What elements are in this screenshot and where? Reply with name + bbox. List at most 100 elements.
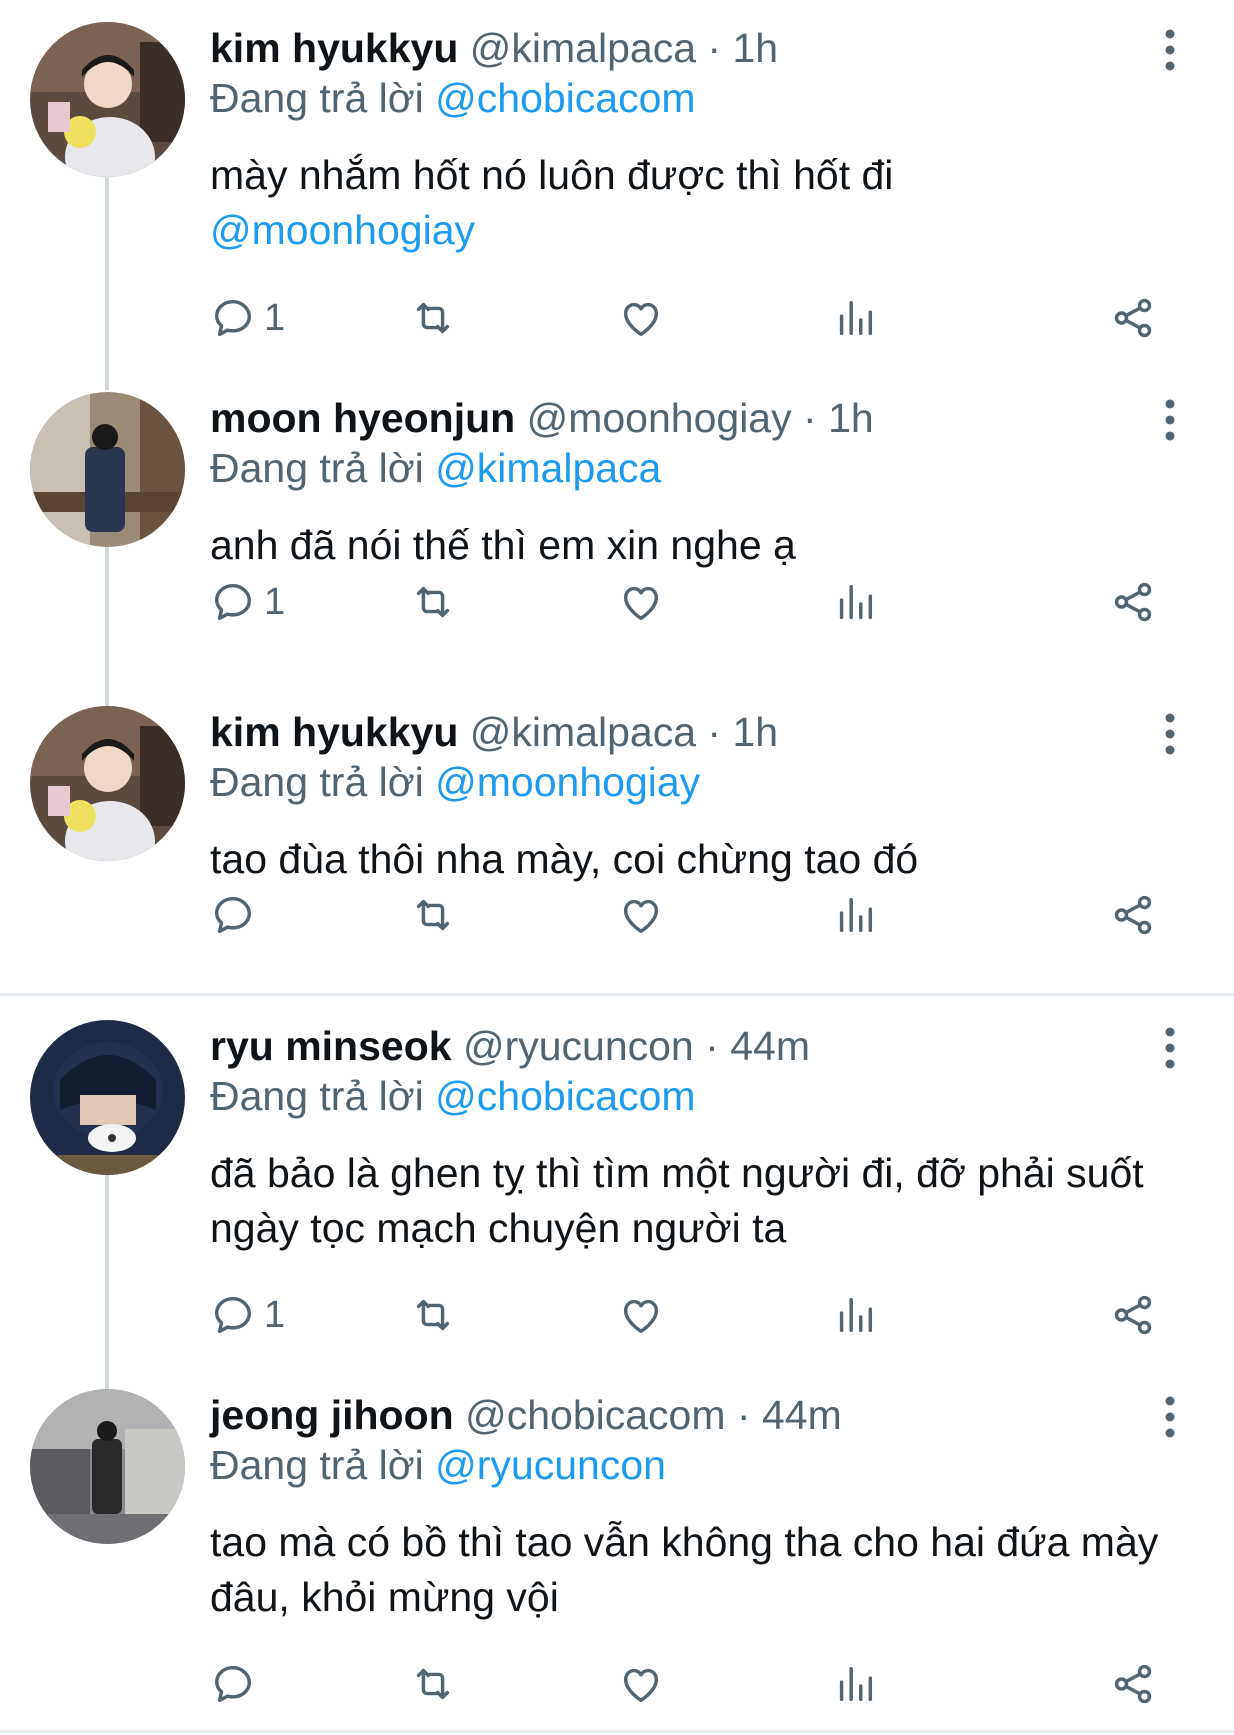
share-button[interactable] bbox=[1110, 890, 1156, 940]
heart-icon bbox=[623, 302, 659, 337]
tweet[interactable]: moon hyeonjun @moonhogiay · 1h Đang trả … bbox=[0, 370, 1234, 690]
more-options-button[interactable] bbox=[1155, 1026, 1185, 1070]
like-button[interactable] bbox=[618, 577, 664, 627]
reply-button[interactable] bbox=[210, 1659, 264, 1709]
text-mention[interactable]: @moonhogiay bbox=[210, 207, 475, 253]
avatar[interactable] bbox=[30, 392, 185, 547]
separator-dot: · bbox=[803, 395, 817, 441]
reply-button[interactable]: 1 bbox=[210, 1290, 285, 1340]
vertical-ellipsis-icon bbox=[1165, 1027, 1175, 1069]
retweet-button[interactable] bbox=[410, 890, 456, 940]
replying-to-label: Đang trả lời bbox=[210, 759, 424, 805]
replying-to-label: Đang trả lời bbox=[210, 1073, 424, 1119]
share-button[interactable] bbox=[1110, 577, 1156, 627]
more-options-button[interactable] bbox=[1155, 28, 1185, 72]
tweet-header: moon hyeonjun @moonhogiay · 1h bbox=[210, 392, 874, 444]
display-name[interactable]: moon hyeonjun bbox=[210, 395, 515, 441]
avatar-photo bbox=[30, 706, 185, 861]
tweet-text: anh đã nói thế thì em xin nghe ạ bbox=[210, 518, 1200, 573]
timestamp[interactable]: 1h bbox=[828, 395, 874, 441]
more-options-button[interactable] bbox=[1155, 398, 1185, 442]
user-handle[interactable]: @kimalpaca bbox=[470, 709, 696, 755]
like-button[interactable] bbox=[618, 293, 664, 343]
action-bar bbox=[210, 1659, 1180, 1709]
heart-icon bbox=[623, 1299, 659, 1334]
retweet-arrows-icon bbox=[416, 586, 450, 618]
more-options-button[interactable] bbox=[1155, 1395, 1185, 1439]
tweet-text: đã bảo là ghen tỵ thì tìm một người đi, … bbox=[210, 1146, 1200, 1256]
bar-chart-icon bbox=[839, 897, 873, 933]
views-button[interactable] bbox=[832, 890, 878, 940]
separator-dot: · bbox=[707, 25, 722, 71]
timestamp[interactable]: 44m bbox=[762, 1392, 842, 1438]
user-handle[interactable]: @ryucuncon bbox=[463, 1023, 694, 1069]
reply-button[interactable] bbox=[210, 890, 264, 940]
replying-to-mention[interactable]: @kimalpaca bbox=[435, 445, 661, 491]
replying-to: Đang trả lời @ryucuncon bbox=[210, 1439, 666, 1491]
tweet[interactable]: kim hyukkyu @kimalpaca · 1h Đang trả lời… bbox=[0, 0, 1234, 380]
avatar-photo bbox=[30, 22, 185, 177]
speech-bubble-icon bbox=[214, 896, 252, 934]
avatar-photo bbox=[30, 1020, 185, 1175]
avatar[interactable] bbox=[30, 706, 185, 861]
retweet-button[interactable] bbox=[410, 577, 456, 627]
user-handle[interactable]: @chobicacom bbox=[465, 1392, 725, 1438]
retweet-button[interactable] bbox=[410, 1659, 456, 1709]
reply-button[interactable]: 1 bbox=[210, 577, 285, 627]
share-button[interactable] bbox=[1110, 1290, 1156, 1340]
views-button[interactable] bbox=[832, 1290, 878, 1340]
share-button[interactable] bbox=[1110, 293, 1156, 343]
reply-count: 1 bbox=[264, 580, 286, 623]
vertical-ellipsis-icon bbox=[1165, 29, 1175, 71]
views-button[interactable] bbox=[832, 1659, 878, 1709]
like-button[interactable] bbox=[618, 1659, 664, 1709]
reply-button[interactable]: 1 bbox=[210, 293, 285, 343]
vertical-ellipsis-icon bbox=[1165, 713, 1175, 755]
tweet-header: kim hyukkyu @kimalpaca · 1h bbox=[210, 706, 778, 758]
replying-to-mention[interactable]: @chobicacom bbox=[435, 75, 695, 121]
replying-to-mention[interactable]: @moonhogiay bbox=[435, 759, 700, 805]
share-nodes-icon bbox=[1114, 298, 1152, 338]
timestamp[interactable]: 1h bbox=[732, 709, 778, 755]
timestamp[interactable]: 44m bbox=[730, 1023, 810, 1069]
like-button[interactable] bbox=[618, 890, 664, 940]
share-nodes-icon bbox=[1114, 582, 1152, 622]
tweet[interactable]: kim hyukkyu @kimalpaca · 1h Đang trả lời… bbox=[0, 684, 1234, 984]
display-name[interactable]: jeong jihoon bbox=[210, 1392, 454, 1438]
share-button[interactable] bbox=[1110, 1659, 1156, 1709]
retweet-button[interactable] bbox=[410, 1290, 456, 1340]
share-nodes-icon bbox=[1114, 1664, 1152, 1704]
user-handle[interactable]: @moonhogiay bbox=[527, 395, 792, 441]
avatar-photo bbox=[30, 1389, 185, 1544]
avatar[interactable] bbox=[30, 22, 185, 177]
speech-bubble-icon bbox=[214, 1665, 252, 1703]
user-handle[interactable]: @kimalpaca bbox=[470, 25, 696, 71]
heart-icon bbox=[623, 586, 659, 621]
retweet-button[interactable] bbox=[410, 293, 456, 343]
tweet[interactable]: jeong jihoon @chobicacom · 44m Đang trả … bbox=[0, 1367, 1234, 1727]
replying-to: Đang trả lời @kimalpaca bbox=[210, 442, 661, 494]
tweet-text-content: anh đã nói thế thì em xin nghe ạ bbox=[210, 522, 796, 568]
views-button[interactable] bbox=[832, 293, 878, 343]
vertical-ellipsis-icon bbox=[1165, 1396, 1175, 1438]
views-button[interactable] bbox=[832, 577, 878, 627]
timestamp[interactable]: 1h bbox=[732, 25, 778, 71]
more-options-button[interactable] bbox=[1155, 712, 1185, 756]
speech-bubble-icon bbox=[214, 299, 252, 337]
replying-to-mention[interactable]: @ryucuncon bbox=[435, 1442, 666, 1488]
display-name[interactable]: ryu minseok bbox=[210, 1023, 452, 1069]
avatar[interactable] bbox=[30, 1020, 185, 1175]
tweet-text-content: đã bảo là ghen tỵ thì tìm một người đi, … bbox=[210, 1150, 1144, 1251]
display-name[interactable]: kim hyukkyu bbox=[210, 709, 458, 755]
display-name[interactable]: kim hyukkyu bbox=[210, 25, 458, 71]
replying-to-mention[interactable]: @chobicacom bbox=[435, 1073, 695, 1119]
speech-bubble-icon bbox=[214, 583, 252, 621]
bar-chart-icon bbox=[839, 300, 873, 336]
action-bar: 1 bbox=[210, 1290, 1180, 1340]
replying-to-label: Đang trả lời bbox=[210, 75, 424, 121]
like-button[interactable] bbox=[618, 1290, 664, 1340]
tweet[interactable]: ryu minseok @ryucuncon · 44m Đang trả lờ… bbox=[0, 998, 1234, 1378]
bar-chart-icon bbox=[839, 1297, 873, 1333]
speech-bubble-icon bbox=[214, 1296, 252, 1334]
avatar[interactable] bbox=[30, 1389, 185, 1544]
